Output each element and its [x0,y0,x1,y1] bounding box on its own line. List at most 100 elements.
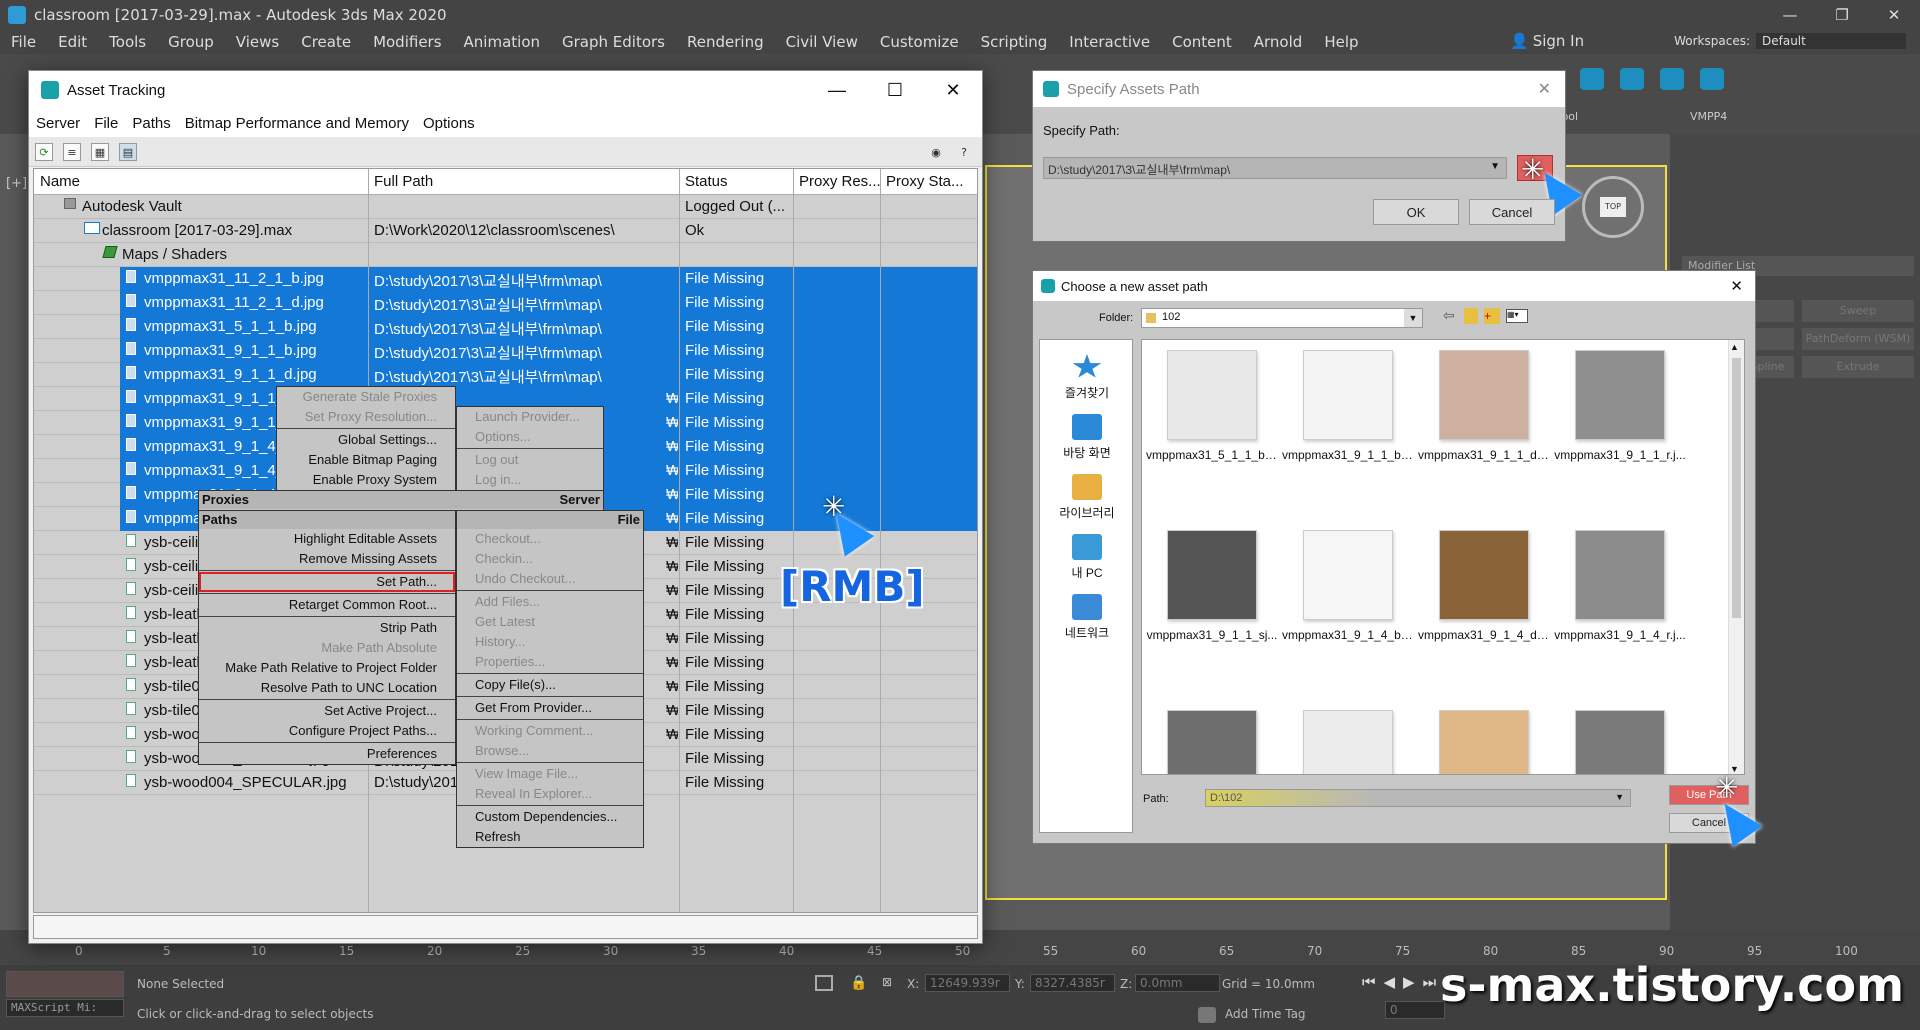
close-icon[interactable]: ✕ [1730,277,1743,295]
time-tag-icon[interactable] [1198,1007,1216,1023]
asset-menu-options[interactable]: Options [416,115,482,132]
up-folder-icon[interactable] [1464,308,1478,324]
table-row[interactable]: Maps / Shaders [34,243,977,267]
x-coordinate[interactable]: 12649.939r [925,974,1010,992]
places-item[interactable]: 즐겨찾기 [1040,354,1134,401]
asset-menu-server[interactable]: Server [29,115,87,132]
ok-button[interactable]: OK [1373,199,1459,225]
new-folder-icon[interactable]: + [1484,308,1500,324]
places-item[interactable]: 라이브러리 [1040,474,1134,521]
menu-item[interactable]: Preferences [199,744,455,764]
menu-modifiers[interactable]: Modifiers [362,33,452,51]
column-full-path[interactable]: Full Path [374,173,433,190]
asset-path-field[interactable] [33,915,978,939]
close-icon[interactable]: ✕ [1538,79,1551,99]
menu-help[interactable]: Help [1313,33,1369,51]
menu-create[interactable]: Create [290,33,362,51]
menu-content[interactable]: Content [1161,33,1243,51]
places-item[interactable]: 바탕 화면 [1040,414,1134,461]
absolute-mode-icon[interactable]: ⊠ [882,975,892,989]
restore-icon[interactable]: ❐ [1816,0,1868,30]
sign-in-link[interactable]: Sign In [1533,32,1584,50]
menu-item[interactable]: Custom Dependencies... [457,807,643,827]
modifier-button[interactable]: Sweep [1802,300,1914,322]
column-name[interactable]: Name [40,173,80,190]
menu-item[interactable]: Set Path... [199,572,455,592]
asset-menu-bitmap-performance-and-memory[interactable]: Bitmap Performance and Memory [178,115,416,132]
chevron-down-icon[interactable]: ▼ [1404,309,1422,327]
scrollbar[interactable]: ▲ ▼ [1728,340,1744,774]
file-thumbnail[interactable] [1146,710,1278,774]
close-icon[interactable]: ✕ [924,71,982,109]
minimize-icon[interactable]: — [808,71,866,109]
menu-item[interactable]: Refresh [457,827,643,847]
render-production-icon[interactable] [1660,68,1684,90]
menu-item[interactable]: Make Path Relative to Project Folder [199,658,455,678]
file-thumbnail[interactable]: vmppmax31_9_1_4_d.j... [1418,530,1550,642]
menu-views[interactable]: Views [225,33,290,51]
menu-tools[interactable]: Tools [98,33,157,51]
chevron-down-icon[interactable]: ▼ [1615,792,1624,802]
file-thumbnail[interactable]: vmppmax31_5_1_1_b.jpg [1146,350,1278,462]
menu-file[interactable]: File [0,33,47,51]
table-view-icon[interactable]: ▤ [119,143,137,161]
menu-item[interactable]: Enable Bitmap Paging [277,450,455,470]
y-coordinate[interactable]: 8327.4385r [1030,974,1115,992]
menu-item[interactable]: Highlight Editable Assets [199,529,455,549]
viewcube-icon[interactable]: TOP [1582,176,1644,238]
menu-item[interactable]: Remove Missing Assets [199,549,455,569]
modifier-button[interactable]: PathDeform (WSM) [1802,328,1914,350]
menu-arnold[interactable]: Arnold [1243,33,1314,51]
current-frame-field[interactable]: 0 [1385,1001,1445,1019]
file-thumbnail[interactable]: vmppmax31_9_1_1_d.j... [1418,350,1550,462]
maximize-icon[interactable]: ☐ [866,71,924,109]
menu-interactive[interactable]: Interactive [1058,33,1161,51]
list-view-icon[interactable]: ≡ [63,143,81,161]
menu-animation[interactable]: Animation [453,33,551,51]
column-status[interactable]: Status [685,173,728,190]
specify-path-combo[interactable]: D:\study\2017\3\교실내부\frm\map\ ▼ [1043,157,1507,179]
places-item[interactable]: 내 PC [1040,534,1134,581]
cancel-button[interactable]: Cancel [1469,199,1555,225]
menu-item[interactable]: Get From Provider... [457,698,643,718]
table-row[interactable]: vmppmax31_11_2_1_d.jpg D:\study\2017\3\교실… [34,291,977,315]
isolate-selection-icon[interactable] [815,975,833,991]
menu-graph-editors[interactable]: Graph Editors [551,33,676,51]
playback-controls[interactable]: ⏮◀▶⏭ [1362,973,1444,991]
file-thumbnail[interactable]: vmppmax31_9_1_4_b.j... [1282,530,1414,642]
menu-item[interactable]: Resolve Path to UNC Location [199,678,455,698]
menu-civil-view[interactable]: Civil View [775,33,869,51]
thumbnail-view-icon[interactable]: ▦ [91,143,109,161]
file-thumbnail[interactable]: vmppmax31_9_1_1_b.j... [1282,350,1414,462]
file-thumbnail[interactable] [1282,710,1414,774]
table-row[interactable]: classroom [2017-03-29].max D:\Work\2020\1… [34,219,977,243]
maxscript-listener-pink[interactable] [6,971,124,997]
chevron-down-icon[interactable]: ▼ [1490,161,1500,172]
table-row[interactable]: Autodesk Vault Logged Out (... [34,195,977,219]
menu-item[interactable]: Strip Path [199,618,455,638]
places-item[interactable]: 네트워크 [1040,594,1134,641]
menu-item[interactable]: Set Active Project... [199,701,455,721]
table-row[interactable]: vmppmax31_5_1_1_b.jpg D:\study\2017\3\교실내… [34,315,977,339]
asset-menu-paths[interactable]: Paths [125,115,177,132]
help-icon[interactable]: ? [955,143,973,161]
file-thumbnail[interactable]: vmppmax31_9_1_4_r.j... [1554,530,1686,642]
viewport-label[interactable]: [+] [6,176,27,191]
view-menu-icon[interactable]: ▦▾ [1506,309,1528,323]
minimize-icon[interactable]: — [1764,0,1816,30]
z-coordinate[interactable]: 0.0mm [1135,974,1220,992]
table-row[interactable]: vmppmax31_9_1_1_b.jpg D:\study\2017\3\교실내… [34,339,977,363]
scroll-up-icon[interactable]: ▲ [1730,342,1739,352]
file-thumbnail[interactable]: vmppmax31_9_1_1_r.j... [1554,350,1686,462]
menu-scripting[interactable]: Scripting [970,33,1059,51]
asset-menu-file[interactable]: File [87,115,125,132]
column-proxy-resolution[interactable]: Proxy Res... [799,173,881,190]
file-thumbnail[interactable]: vmppmax31_9_1_1_sj... [1146,530,1278,642]
folder-combo[interactable]: 102 ▼ [1141,308,1423,328]
scroll-thumb[interactable] [1732,358,1741,618]
menu-item[interactable]: Enable Proxy System [277,470,455,490]
path-combo[interactable]: D:\102 ▼ [1205,789,1631,807]
close-icon[interactable]: ✕ [1868,0,1920,30]
add-time-tag[interactable]: Add Time Tag [1225,1007,1306,1021]
menu-group[interactable]: Group [157,33,225,51]
